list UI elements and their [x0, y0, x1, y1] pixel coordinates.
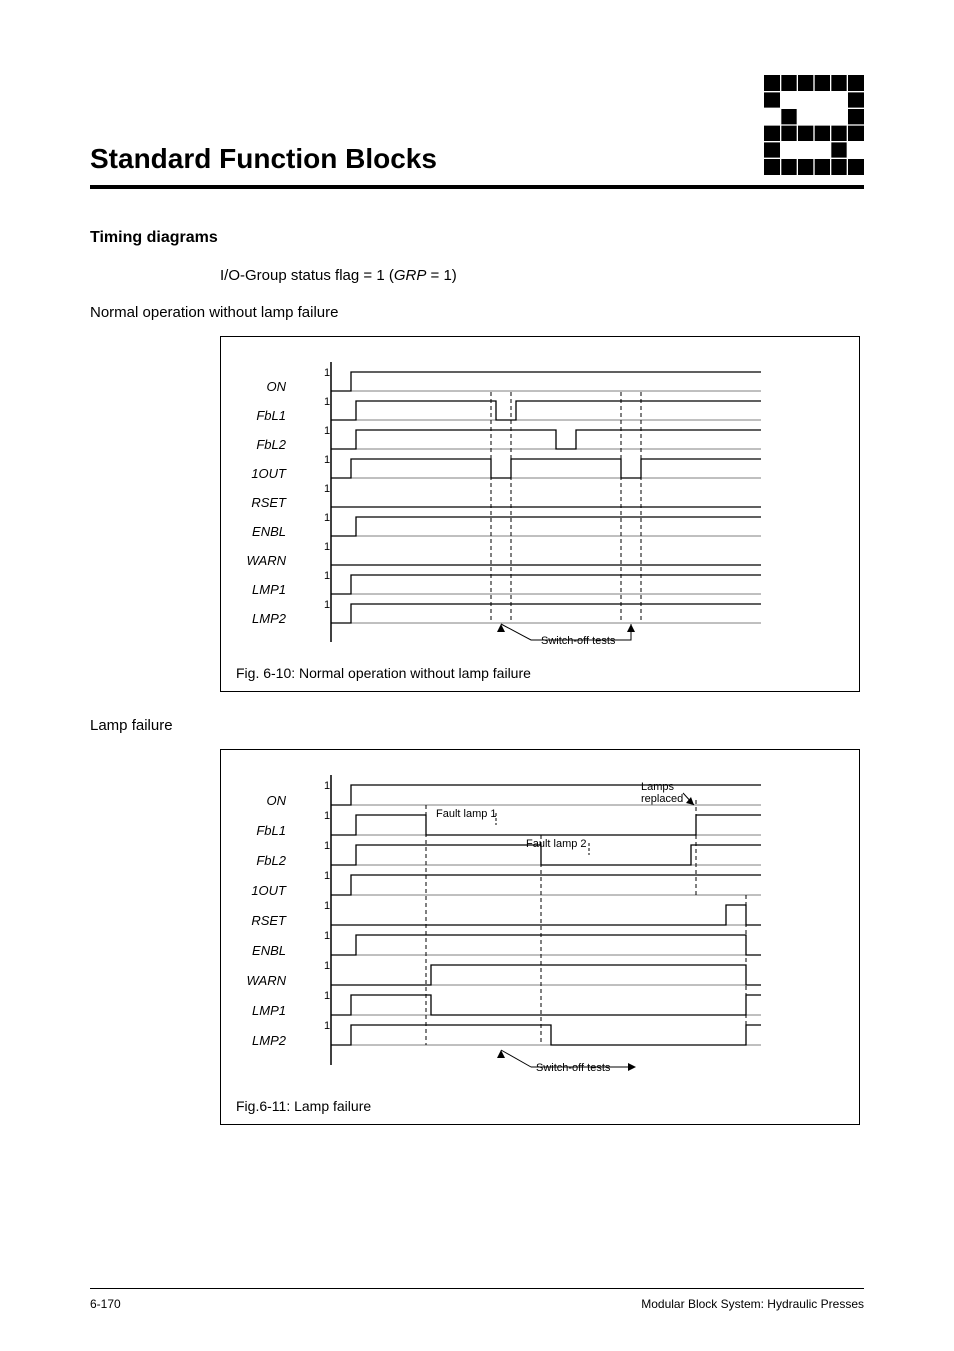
level-1-label: 1 — [324, 367, 330, 379]
section-heading: Timing diagrams — [90, 229, 864, 247]
subheading-lamp-failure: Lamp failure — [90, 717, 864, 734]
signal-label: FbL2 — [256, 853, 286, 868]
level-1-label: 1 — [324, 870, 330, 882]
signal-label: 1OUT — [251, 466, 287, 481]
signal-label: WARN — [247, 553, 287, 568]
level-1-label: 1 — [324, 810, 330, 822]
timing-diagram-1: Switch-off tests ON FbL1 FbL2 1OUT RSET ENBL W… — [236, 352, 844, 652]
level-1-label: 1 — [324, 396, 330, 408]
signal-label: 1OUT — [251, 883, 287, 898]
signal-label: LMP1 — [252, 1003, 286, 1018]
signal-label: ENBL — [252, 943, 286, 958]
level-1-label: 1 — [324, 900, 330, 912]
level-1-label: 1 — [324, 483, 330, 495]
switch-off-label: Switch-off tests — [541, 635, 616, 647]
page-title: Standard Function Blocks — [90, 143, 437, 175]
header-divider — [90, 185, 864, 189]
signal-label: WARN — [247, 973, 287, 988]
level-1-label: 1 — [324, 1020, 330, 1032]
signal-label: LMP2 — [252, 1033, 287, 1048]
status-suffix: = 1) — [426, 267, 456, 284]
page-number: 6-170 — [90, 1297, 121, 1311]
status-line: I/O-Group status flag = 1 (GRP = 1) — [220, 267, 864, 284]
signal-label: ON — [267, 793, 287, 808]
level-1-label: 1 — [324, 570, 330, 582]
status-var: GRP — [394, 267, 427, 284]
level-1-label: 1 — [324, 599, 330, 611]
subheading-normal: Normal operation without lamp failure — [90, 304, 864, 321]
level-1-label: 1 — [324, 425, 330, 437]
signal-label: LMP2 — [252, 611, 287, 626]
status-prefix: I/O-Group status flag = 1 ( — [220, 267, 394, 284]
fault-lamp-1-label: Fault lamp 1 — [436, 808, 497, 820]
signal-label: FbL1 — [256, 408, 286, 423]
level-1-label: 1 — [324, 960, 330, 972]
signal-label: RSET — [251, 495, 287, 510]
footer-title: Modular Block System: Hydraulic Presses — [641, 1297, 864, 1311]
signal-label: FbL2 — [256, 437, 286, 452]
level-1-label: 1 — [324, 780, 330, 792]
level-1-label: 1 — [324, 541, 330, 553]
signal-label: FbL1 — [256, 823, 286, 838]
level-1-label: 1 — [324, 512, 330, 524]
figure-caption-2: Fig.6-11: Lamp failure — [236, 1098, 844, 1114]
signal-label: ON — [267, 379, 287, 394]
signal-label: RSET — [251, 913, 287, 928]
signal-label: LMP1 — [252, 582, 286, 597]
level-1-label: 1 — [324, 454, 330, 466]
figure-lamp-failure: Fault lamp 1 Fault lamp 2 Lampsreplaced … — [220, 749, 860, 1125]
level-1-label: 1 — [324, 990, 330, 1002]
signal-label: ENBL — [252, 524, 286, 539]
fault-lamp-2-label: Fault lamp 2 — [526, 838, 587, 850]
footer-divider — [90, 1288, 864, 1289]
figure-normal-operation: Switch-off tests ON FbL1 FbL2 1OUT RSET ENBL W… — [220, 336, 860, 692]
level-1-label: 1 — [324, 840, 330, 852]
level-1-label: 1 — [324, 930, 330, 942]
brand-logo — [764, 75, 864, 175]
figure-caption-1: Fig. 6-10: Normal operation without lamp… — [236, 665, 844, 681]
timing-diagram-2: Fault lamp 1 Fault lamp 2 Lampsreplaced … — [236, 765, 844, 1085]
switch-off-label-2: Switch-off tests — [536, 1062, 611, 1074]
